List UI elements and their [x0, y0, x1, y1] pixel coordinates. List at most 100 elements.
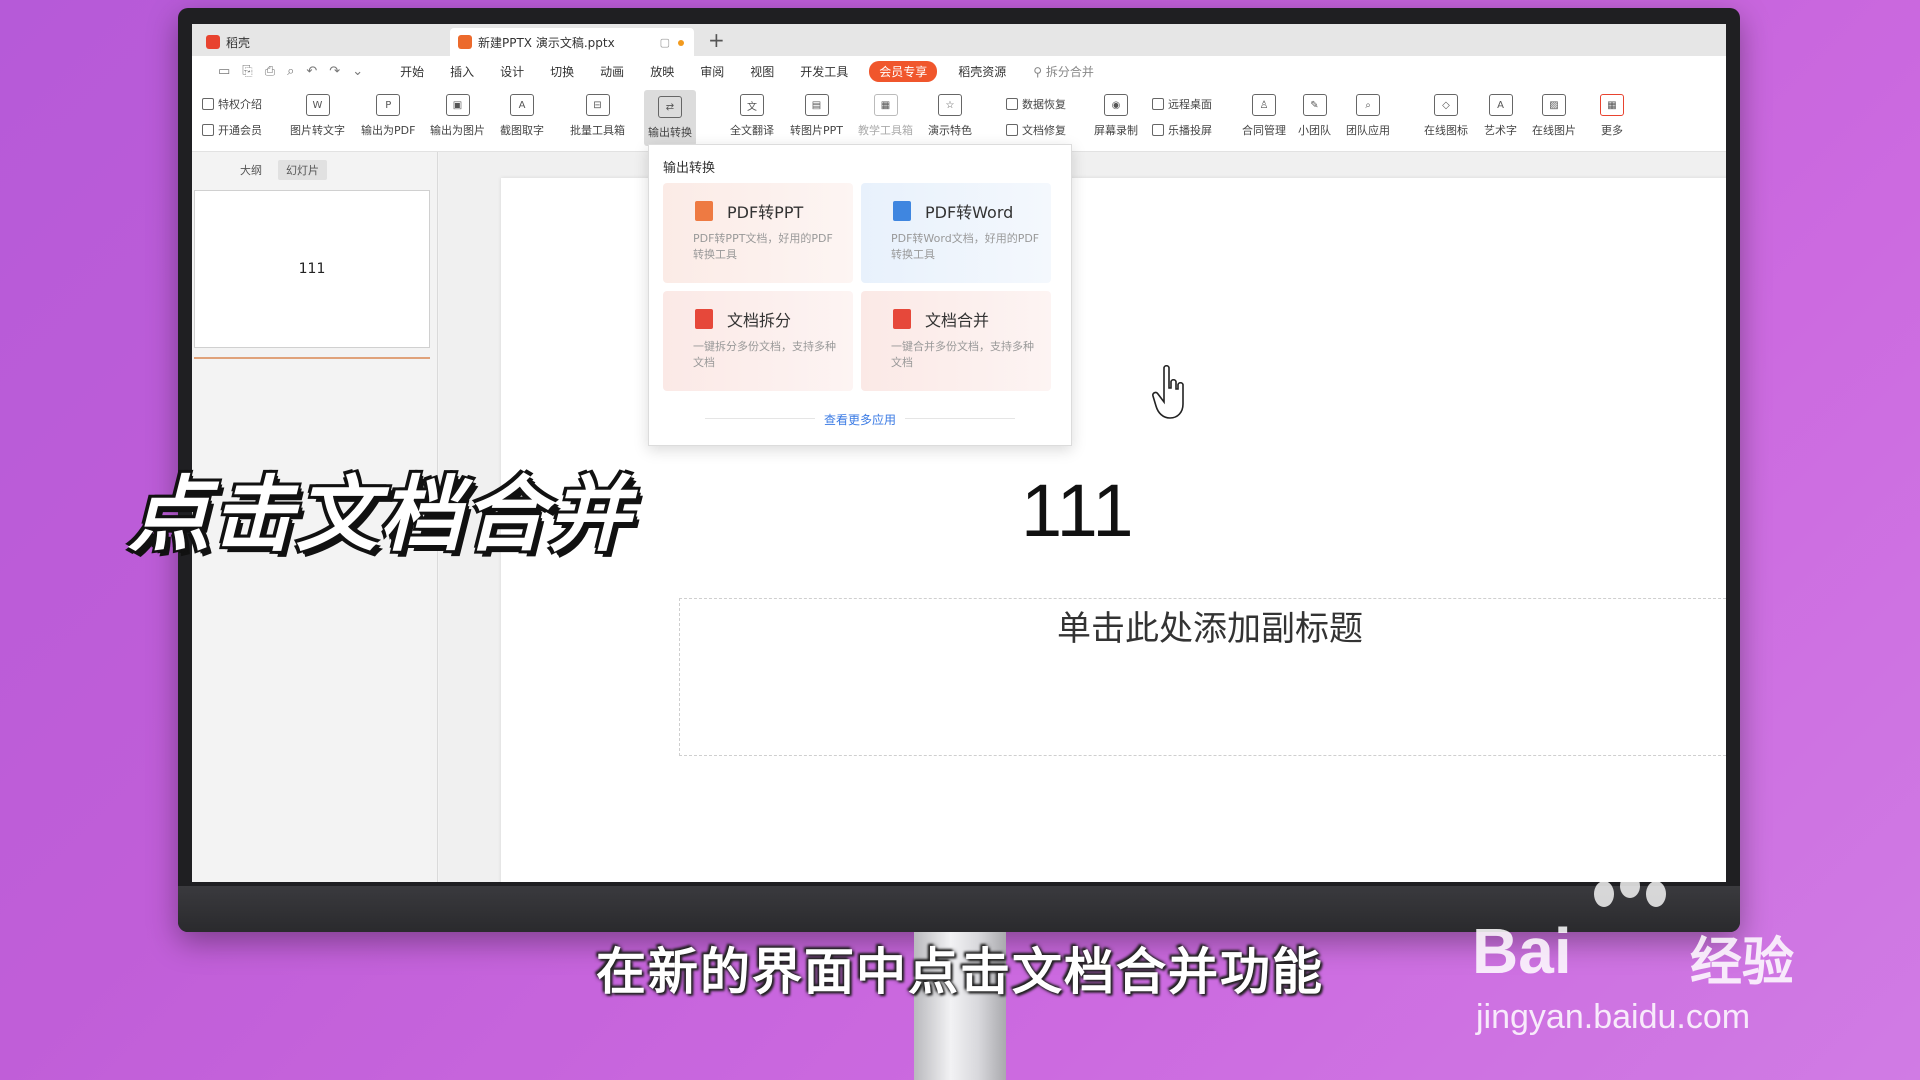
menu-review[interactable]: 审阅	[700, 63, 724, 80]
insert-marker	[194, 357, 430, 359]
present-feature-button[interactable]: ☆ 演示特色	[928, 94, 972, 138]
menu-design[interactable]: 设计	[500, 63, 524, 80]
privilege-label: 特权介绍	[218, 98, 262, 111]
team-apps-label: 团队应用	[1346, 124, 1390, 137]
search-box[interactable]: ⚲ 拆分合并	[1033, 63, 1094, 80]
slide-thumbnail[interactable]: 111	[194, 190, 430, 348]
watermark-url: jingyan.baidu.com	[1476, 998, 1751, 1036]
tab-outline[interactable]: 大纲	[232, 160, 270, 180]
merge-icon	[893, 309, 911, 329]
preview-icon[interactable]: ⌕	[287, 64, 294, 79]
translate-button[interactable]: 文全文翻译	[730, 94, 774, 138]
pdf-ppt-icon	[695, 201, 713, 221]
vip-check-icon	[202, 124, 214, 136]
art-text-button[interactable]: A 艺术字	[1484, 94, 1517, 138]
export-convert-button[interactable]: ⇄ 输出转换	[644, 90, 696, 146]
open-vip-label: 开通会员	[218, 124, 262, 137]
save-icon[interactable]: ▭	[218, 64, 230, 79]
redo-icon[interactable]: ↷	[329, 64, 340, 79]
small-team-button[interactable]: ✎ 小团队	[1298, 94, 1331, 138]
menu-slideshow[interactable]: 放映	[650, 63, 674, 80]
subtitle-placeholder[interactable]: 单击此处添加副标题	[679, 598, 1726, 756]
remote-desktop-button[interactable]: 远程桌面	[1152, 96, 1212, 112]
menu-animation[interactable]: 动画	[600, 63, 624, 80]
present-feature-label: 演示特色	[928, 124, 972, 137]
cast-button[interactable]: 乐播投屏	[1152, 122, 1212, 138]
screenshot-text-icon: A	[510, 94, 534, 116]
star-screen-icon: ☆	[938, 94, 962, 116]
to-img-ppt-button[interactable]: ▤ 转图片PPT	[790, 94, 843, 138]
privilege-button[interactable]: 特权介绍	[202, 96, 262, 112]
doc-repair-label: 文档修复	[1022, 124, 1066, 137]
menu-developer[interactable]: 开发工具	[800, 63, 848, 80]
recovery-icon	[1006, 98, 1018, 110]
export-pdf-icon: P	[376, 94, 401, 116]
search-label: 拆分合并	[1045, 64, 1094, 79]
quick-access-toolbar: ▭ ⎘ ⎙ ⌕ ↶ ↷ ⌄	[218, 64, 363, 79]
dropdown-title: 输出转换	[663, 161, 716, 176]
menu-insert[interactable]: 插入	[450, 63, 474, 80]
open-vip-button[interactable]: 开通会员	[202, 122, 262, 138]
team-apps-button[interactable]: ⌕ 团队应用	[1346, 94, 1390, 138]
data-recovery-button[interactable]: 数据恢复	[1006, 96, 1066, 112]
doc-merge-card[interactable]: 文档合并 一键合并多份文档，支持多种文档	[861, 291, 1051, 391]
tab-slides[interactable]: 幻灯片	[278, 160, 327, 180]
teach-tools-label: 教学工具箱	[858, 124, 913, 137]
menu-vip[interactable]: 会员专享	[869, 60, 938, 82]
more-label: 更多	[1601, 124, 1623, 137]
baidu-jingyan-watermark: Bai 经验 jingyan.baidu.com	[1472, 874, 1832, 1044]
card-title: 文档拆分	[727, 311, 792, 330]
export-img-label: 输出为图片	[430, 124, 485, 137]
teach-icon: ▦	[873, 94, 898, 116]
repair-icon	[1006, 124, 1018, 136]
menu-transition[interactable]: 切换	[550, 63, 574, 80]
batch-tools-label: 批量工具箱	[570, 124, 625, 137]
slide-title[interactable]: 111	[1021, 468, 1133, 553]
translate-label: 全文翻译	[730, 124, 774, 137]
online-icons-button[interactable]: ◇ 在线图标	[1424, 94, 1468, 138]
export-convert-dropdown: 输出转换 PDF转PPT PDF转PPT文档，好用的PDF转换工具 PDF转Wo…	[648, 144, 1072, 446]
export-pdf-button[interactable]: P 输出为PDF	[361, 94, 415, 138]
menu-start[interactable]: 开始	[400, 63, 424, 80]
customize-chevron-icon[interactable]: ⌄	[352, 64, 363, 79]
menu-resources[interactable]: 稻壳资源	[958, 63, 1006, 80]
online-images-label: 在线图片	[1532, 124, 1576, 137]
teach-tools-button[interactable]: ▦ 教学工具箱	[858, 94, 913, 138]
action-caption: 点击文档合并	[128, 468, 632, 563]
new-tab-plus-icon[interactable]: +	[708, 28, 725, 52]
ribbon-toolbar: 特权介绍 开通会员 W 图片转文字 P 输出为PDF ▣ 输出为图片 A 截图取字 ⊟ 批…	[192, 86, 1726, 152]
pdf-to-ppt-card[interactable]: PDF转PPT PDF转PPT文档，好用的PDF转换工具	[663, 183, 853, 283]
doc-split-card[interactable]: 文档拆分 一键拆分多份文档，支持多种文档	[663, 291, 853, 391]
batch-tools-button[interactable]: ⊟ 批量工具箱	[570, 94, 625, 138]
print-icon[interactable]: ⎙	[265, 64, 275, 79]
export-convert-label: 输出转换	[648, 126, 692, 139]
doc-repair-button[interactable]: 文档修复	[1006, 122, 1066, 138]
more-apps-link[interactable]: 查看更多应用	[649, 411, 1071, 428]
img-to-text-button[interactable]: W 图片转文字	[290, 94, 345, 138]
export-img-button[interactable]: ▣ 输出为图片	[430, 94, 485, 138]
undo-icon[interactable]: ↶	[306, 64, 317, 79]
card-desc: PDF转Word文档，好用的PDF转换工具	[891, 232, 1040, 261]
contract-button[interactable]: ♙ 合同管理	[1242, 94, 1286, 138]
unsaved-dot-icon	[678, 39, 684, 46]
art-text-label: 艺术字	[1484, 124, 1517, 137]
cast-icon	[1152, 124, 1164, 136]
screenshot-text-button[interactable]: A 截图取字	[500, 94, 544, 138]
contract-icon: ♙	[1252, 94, 1276, 116]
art-text-icon: A	[1488, 94, 1513, 116]
card-title: 文档合并	[925, 311, 990, 330]
online-images-button[interactable]: ▨ 在线图片	[1532, 94, 1576, 138]
screen-record-button[interactable]: ◉ 屏幕录制	[1094, 94, 1138, 138]
pdf-to-word-card[interactable]: PDF转Word PDF转Word文档，好用的PDF转换工具	[861, 183, 1051, 283]
tab-document[interactable]: 新建PPTX 演示文稿.pptx ▢	[450, 28, 694, 56]
export-icon[interactable]: ⎘	[242, 64, 252, 79]
tab-home[interactable]: 稻壳	[200, 28, 440, 56]
menu-view[interactable]: 视图	[750, 63, 774, 80]
record-icon: ◉	[1104, 94, 1128, 116]
cast-label: 乐播投屏	[1168, 124, 1212, 137]
tab-document-label: 新建PPTX 演示文稿.pptx	[478, 35, 615, 50]
online-icons-label: 在线图标	[1424, 124, 1468, 137]
more-button[interactable]: ▦ 更多	[1600, 94, 1624, 138]
export-pdf-label: 输出为PDF	[361, 124, 416, 137]
img-to-text-icon: W	[305, 94, 330, 116]
